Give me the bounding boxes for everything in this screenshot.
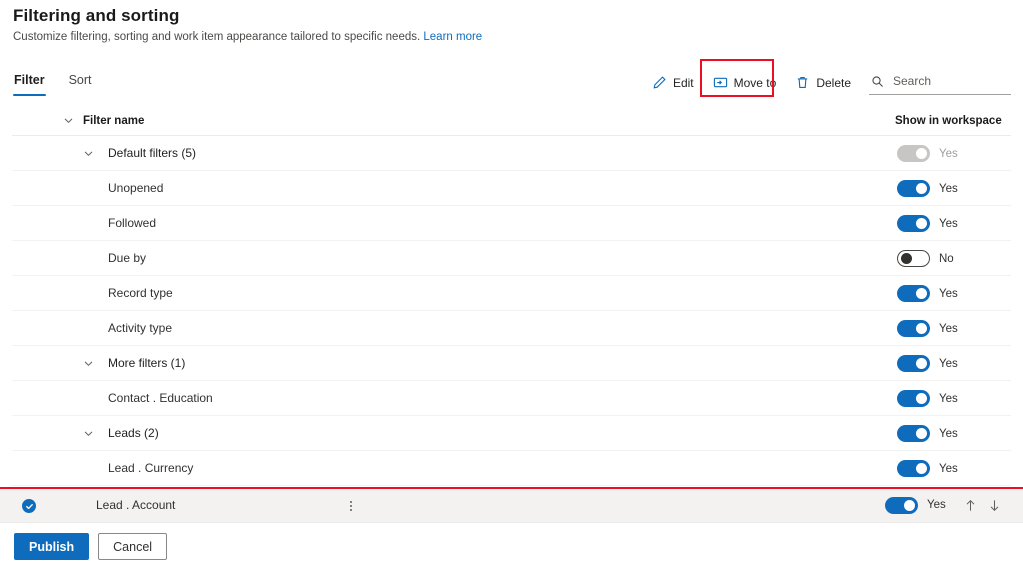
- show-in-workspace-toggle[interactable]: [897, 320, 930, 337]
- table-row[interactable]: Lead . Currency Yes: [12, 451, 1011, 486]
- page-subtitle: Customize filtering, sorting and work it…: [13, 31, 482, 43]
- rows-container: Default filters (5) Yes Unopened Yes Followe…: [0, 136, 1023, 486]
- table-row[interactable]: More filters (1) Yes: [12, 346, 1011, 381]
- row-toggle-cell: Yes: [897, 451, 958, 486]
- row-label: Due by: [108, 251, 147, 265]
- toggle-state-label: Yes: [939, 392, 958, 405]
- move-to-label: Move to: [733, 75, 777, 90]
- move-to-button[interactable]: Move to: [705, 70, 785, 95]
- table-row[interactable]: Due by No: [12, 241, 1011, 276]
- table-row-selected[interactable]: Lead . Account Yes: [0, 487, 1023, 524]
- move-to-folder-icon: [713, 75, 728, 90]
- footer-action-bar: Publish Cancel: [0, 522, 1023, 570]
- table-row[interactable]: Unopened Yes: [12, 171, 1011, 206]
- chevron-down-icon[interactable]: [83, 148, 94, 159]
- toggle-state-label: Yes: [927, 499, 946, 511]
- toggle-state-label: Yes: [939, 182, 958, 195]
- toggle-state-label: Yes: [939, 462, 958, 475]
- show-in-workspace-toggle[interactable]: [885, 496, 918, 514]
- delete-label: Delete: [816, 75, 851, 90]
- publish-button[interactable]: Publish: [14, 533, 90, 560]
- toggle-state-label: Yes: [939, 147, 958, 160]
- row-label: Unopened: [108, 181, 164, 195]
- tab-filter[interactable]: Filter: [13, 70, 46, 96]
- table-row[interactable]: Leads (2) Yes: [12, 416, 1011, 451]
- cancel-button[interactable]: Cancel: [98, 533, 168, 560]
- row-toggle-cell: Yes: [897, 171, 958, 206]
- row-toggle-cell: Yes: [885, 489, 1001, 521]
- show-in-workspace-toggle[interactable]: [897, 390, 930, 407]
- row-label: Followed: [108, 216, 157, 230]
- table-row[interactable]: Followed Yes: [12, 206, 1011, 241]
- page-title: Filtering and sorting: [13, 6, 180, 25]
- chevron-down-icon[interactable]: [63, 115, 74, 126]
- toggle-state-label: Yes: [939, 357, 958, 370]
- trash-icon: [795, 75, 810, 90]
- delete-button[interactable]: Delete: [787, 70, 859, 95]
- chevron-down-icon[interactable]: [83, 358, 94, 369]
- chevron-down-icon[interactable]: [83, 428, 94, 439]
- toggle-state-label: Yes: [939, 217, 958, 230]
- toggle-state-label: No: [939, 252, 954, 265]
- row-toggle-cell: Yes: [897, 416, 958, 451]
- move-up-icon[interactable]: [964, 498, 977, 513]
- row-label: Record type: [108, 286, 173, 300]
- filter-list: Filter name Show in workspace Default fi…: [0, 106, 1023, 486]
- move-to-highlight: Move to: [699, 59, 785, 97]
- row-toggle-cell: Yes: [897, 136, 958, 171]
- toggle-state-label: Yes: [939, 427, 958, 440]
- row-label: Activity type: [108, 321, 173, 335]
- pencil-icon: [652, 75, 667, 90]
- row-label: Leads (2): [108, 426, 159, 440]
- row-label: Lead . Account: [96, 498, 176, 512]
- filtering-and-sorting-page: Filtering and sorting Customize filterin…: [0, 0, 1023, 570]
- column-header-show-in-workspace[interactable]: Show in workspace: [895, 115, 1002, 127]
- show-in-workspace-toggle[interactable]: [897, 285, 930, 302]
- tab-sort[interactable]: Sort: [68, 70, 93, 96]
- show-in-workspace-toggle[interactable]: [897, 460, 930, 477]
- edit-button[interactable]: Edit: [644, 70, 702, 95]
- table-row[interactable]: Activity type Yes: [12, 311, 1011, 346]
- row-toggle-cell: Yes: [897, 206, 958, 241]
- show-in-workspace-toggle[interactable]: [897, 250, 930, 267]
- more-options-icon[interactable]: [346, 498, 356, 514]
- reorder-arrows: [964, 498, 1001, 513]
- show-in-workspace-toggle[interactable]: [897, 180, 930, 197]
- list-header: Filter name Show in workspace: [12, 106, 1011, 136]
- row-label: Default filters (5): [108, 146, 197, 160]
- row-toggle-cell: Yes: [897, 381, 958, 416]
- search-box[interactable]: [869, 70, 1011, 95]
- search-input[interactable]: [891, 73, 1009, 89]
- row-toggle-cell: No: [897, 241, 954, 276]
- search-icon: [871, 75, 884, 88]
- row-toggle-cell: Yes: [897, 311, 958, 346]
- row-checkbox-checked[interactable]: [22, 499, 36, 513]
- row-label: Contact . Education: [108, 391, 213, 405]
- column-header-filter-name[interactable]: Filter name: [83, 115, 144, 127]
- show-in-workspace-toggle[interactable]: [897, 425, 930, 442]
- table-row[interactable]: Default filters (5) Yes: [12, 136, 1011, 171]
- pivot-tabs: Filter Sort: [13, 70, 93, 96]
- show-in-workspace-toggle[interactable]: [897, 215, 930, 232]
- table-row[interactable]: Contact . Education Yes: [12, 381, 1011, 416]
- table-row[interactable]: Record type Yes: [12, 276, 1011, 311]
- toggle-state-label: Yes: [939, 322, 958, 335]
- toggle-state-label: Yes: [939, 287, 958, 300]
- move-down-icon[interactable]: [988, 498, 1001, 513]
- command-bar: Edit Move to Delete: [644, 59, 1011, 97]
- row-label: More filters (1): [108, 356, 186, 370]
- row-toggle-cell: Yes: [897, 276, 958, 311]
- page-subtitle-text: Customize filtering, sorting and work it…: [13, 31, 421, 43]
- row-label: Lead . Currency: [108, 461, 194, 475]
- show-in-workspace-toggle: [897, 145, 930, 162]
- show-in-workspace-toggle[interactable]: [897, 355, 930, 372]
- row-toggle-cell: Yes: [897, 346, 958, 381]
- learn-more-link[interactable]: Learn more: [423, 31, 482, 43]
- edit-label: Edit: [672, 75, 694, 90]
